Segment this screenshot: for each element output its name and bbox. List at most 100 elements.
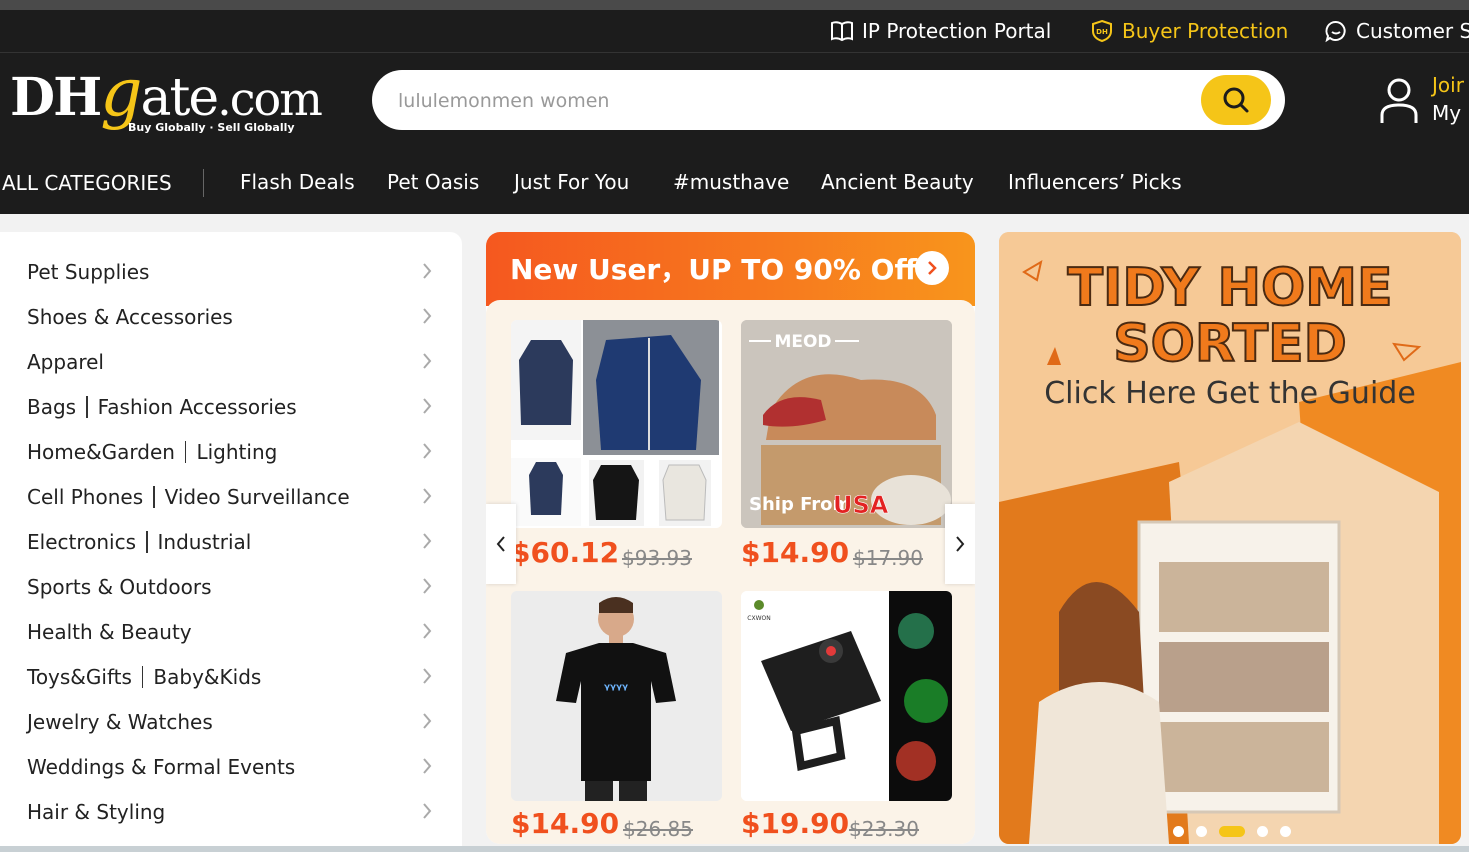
category-label: Sports & Outdoors xyxy=(27,575,212,599)
category-label-secondary: Industrial xyxy=(157,530,252,554)
category-label: Weddings & Formal Events xyxy=(27,755,296,779)
category-label: Apparel xyxy=(27,350,104,374)
banner-subtitle: Click Here Get the Guide xyxy=(1044,376,1416,411)
sidebar-item-toys[interactable]: Toys&Gifts Baby&Kids xyxy=(27,655,447,699)
shield-icon: DH xyxy=(1092,19,1112,43)
svg-text:CXWON: CXWON xyxy=(747,615,770,622)
banner-title-line1: TIDY HOME xyxy=(1067,257,1394,319)
sidebar-item-apparel[interactable]: Apparel xyxy=(27,340,447,384)
product-old-price: $23.30 xyxy=(849,817,919,841)
nav-pet-oasis[interactable]: Pet Oasis xyxy=(387,170,479,194)
sidebar-item-bags[interactable]: Bags Fashion Accessories xyxy=(27,385,447,429)
carousel-prev-button[interactable] xyxy=(486,504,516,584)
search-input[interactable] xyxy=(396,82,1180,120)
nav-influencers-picks[interactable]: Influencers’ Picks xyxy=(1008,170,1182,194)
chat-bubble-icon xyxy=(1325,21,1346,43)
category-label: Electronics xyxy=(27,530,137,554)
chevron-right-icon xyxy=(423,758,432,774)
category-label: Toys&Gifts xyxy=(27,665,132,689)
slippers-image: MEOD Ship From USA xyxy=(741,320,952,528)
category-label: Shoes & Accessories xyxy=(27,305,233,329)
chevron-right-icon xyxy=(423,263,432,279)
product-image-jacket[interactable] xyxy=(511,320,722,528)
sidebar-item-sports[interactable]: Sports & Outdoors xyxy=(27,565,447,609)
category-label-secondary: Baby&Kids xyxy=(153,665,262,689)
search-button[interactable] xyxy=(1201,75,1271,125)
nav-musthave[interactable]: #musthave xyxy=(673,170,789,194)
product-price: $19.90 xyxy=(741,807,850,840)
nav-divider xyxy=(203,169,204,197)
carousel-dot[interactable] xyxy=(1173,826,1184,837)
top-utility-bar: IP Protection Portal DH Buyer Protection… xyxy=(0,10,1469,53)
category-label: Pet Supplies xyxy=(27,260,150,284)
sidebar-item-pet-supplies[interactable]: Pet Supplies xyxy=(27,250,447,294)
svg-text:USA: USA xyxy=(833,491,889,519)
chevron-right-icon xyxy=(928,261,937,275)
buyer-protection-label: Buyer Protection xyxy=(1122,19,1289,43)
product-old-price: $26.85 xyxy=(623,817,693,841)
product-price: $14.90 xyxy=(741,536,850,569)
category-label: Health & Beauty xyxy=(27,620,192,644)
ip-protection-label: IP Protection Portal xyxy=(862,19,1052,43)
search-icon xyxy=(1223,87,1249,113)
nav-just-for-you[interactable]: Just For You xyxy=(514,170,629,194)
nav-flash-deals[interactable]: Flash Deals xyxy=(240,170,355,194)
bottom-scroll-edge xyxy=(0,846,1469,852)
hero-banner[interactable]: TIDY HOME SORTED Click Here Get the Guid… xyxy=(999,232,1461,844)
chevron-right-icon xyxy=(423,533,432,549)
carousel-dot[interactable] xyxy=(1196,826,1207,837)
product-image-projector[interactable]: CXWON xyxy=(741,591,952,801)
chevron-right-icon xyxy=(423,353,432,369)
new-user-promo: New User，UP TO 90% Off $60.12 $93.93 MEO… xyxy=(486,232,975,844)
account-join-label[interactable]: Joir xyxy=(1432,73,1464,97)
account-my-label[interactable]: My xyxy=(1432,101,1461,125)
customer-service-link[interactable]: Customer S xyxy=(1324,10,1469,52)
carousel-dot-active[interactable] xyxy=(1219,826,1245,837)
category-label: Cell Phones xyxy=(27,485,144,509)
account-area[interactable]: Joir My xyxy=(1378,73,1469,133)
sidebar-item-shoes[interactable]: Shoes & Accessories xyxy=(27,295,447,339)
chevron-right-icon xyxy=(956,536,965,552)
user-icon xyxy=(1380,78,1418,123)
sidebar-item-jewelry[interactable]: Jewelry & Watches xyxy=(27,700,447,744)
svg-text:DH: DH xyxy=(1096,28,1108,36)
book-icon xyxy=(831,21,853,42)
ip-protection-link[interactable]: IP Protection Portal xyxy=(830,10,1051,52)
chevron-right-icon xyxy=(423,623,432,639)
chevron-right-icon xyxy=(423,488,432,504)
sidebar-item-electronics[interactable]: Electronics Industrial xyxy=(27,520,447,564)
chevron-right-icon xyxy=(423,308,432,324)
promo-title: New User，UP TO 90% Off xyxy=(510,253,918,286)
sidebar-item-health-beauty[interactable]: Health & Beauty xyxy=(27,610,447,654)
sidebar-item-cell-phones[interactable]: Cell Phones Video Surveillance xyxy=(27,475,447,519)
buyer-protection-link[interactable]: DH Buyer Protection xyxy=(1090,10,1288,52)
category-label-secondary: Lighting xyxy=(196,440,278,464)
carousel-next-button[interactable] xyxy=(945,504,975,584)
chevron-left-icon xyxy=(496,536,505,552)
product-image-tshirt[interactable]: ᵧᵧᵧᵧ xyxy=(511,591,722,801)
promo-go-button[interactable] xyxy=(915,251,949,285)
svg-text:ᵧᵧᵧᵧ: ᵧᵧᵧᵧ xyxy=(604,677,628,693)
sidebar-item-weddings[interactable]: Weddings & Formal Events xyxy=(27,745,447,789)
customer-service-label: Customer S xyxy=(1356,19,1469,43)
carousel-dot[interactable] xyxy=(1257,826,1268,837)
logo-tagline: Buy Globally · Sell Globally xyxy=(128,121,295,134)
sidebar-item-hair[interactable]: Hair & Styling xyxy=(27,790,447,834)
nav-ancient-beauty[interactable]: Ancient Beauty xyxy=(821,170,974,194)
category-label: Home&Garden xyxy=(27,440,175,464)
chevron-right-icon xyxy=(423,668,432,684)
chevron-right-icon xyxy=(423,713,432,729)
search-box xyxy=(372,70,1285,130)
svg-text:MEOD: MEOD xyxy=(774,332,831,352)
site-header: DHgate.com Buy Globally · Sell Globally … xyxy=(0,53,1469,214)
all-categories-menu[interactable]: ALL CATEGORIES xyxy=(2,171,172,195)
jacket-image xyxy=(511,320,719,526)
product-price: $60.12 xyxy=(511,536,620,569)
dhgate-logo[interactable]: DHgate.com Buy Globally · Sell Globally xyxy=(10,60,323,141)
product-image-slippers[interactable]: MEOD Ship From USA xyxy=(741,320,952,528)
carousel-dot[interactable] xyxy=(1280,826,1291,837)
promo-products: $60.12 $93.93 MEOD Ship From USA $14.90 … xyxy=(486,300,975,844)
carousel-dots xyxy=(1167,826,1297,837)
sidebar-item-home-garden[interactable]: Home&Garden Lighting xyxy=(27,430,447,474)
promo-header[interactable]: New User，UP TO 90% Off xyxy=(486,232,975,306)
